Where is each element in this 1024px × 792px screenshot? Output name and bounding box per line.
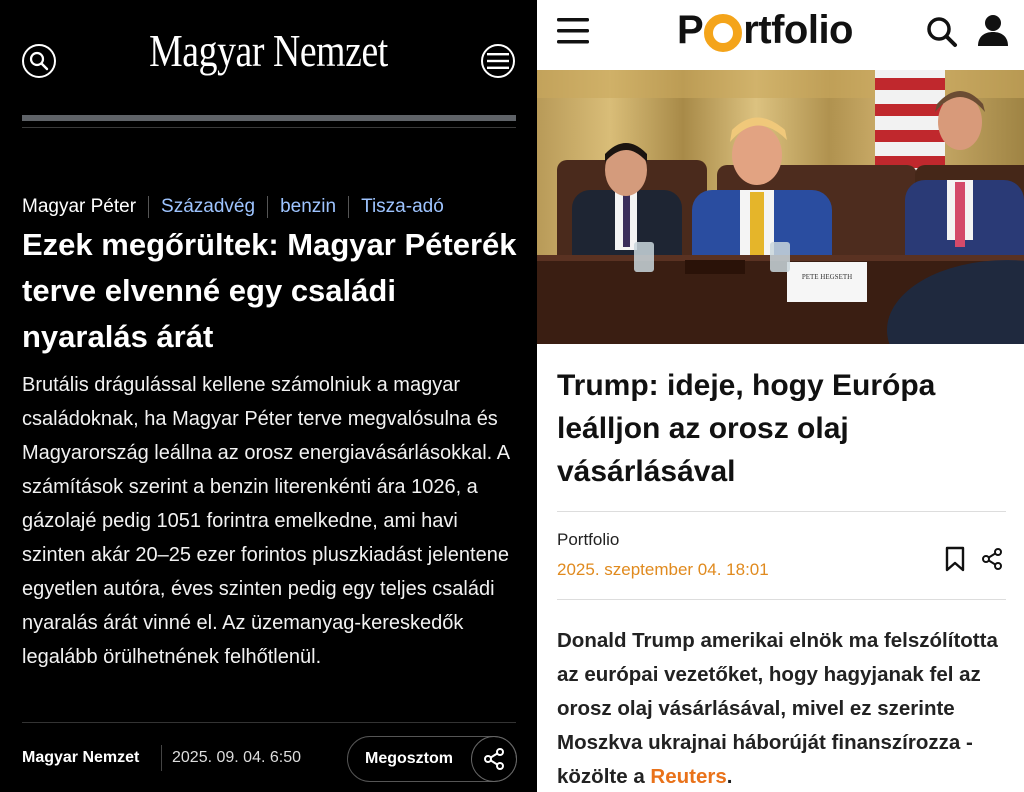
reuters-link[interactable]: Reuters [650, 765, 726, 788]
tag-link-tisza-ado[interactable]: Tisza-adó [361, 196, 444, 218]
article-headline: Trump: ideje, hogy Európa leálljon az or… [557, 369, 936, 488]
header-divider [22, 115, 516, 121]
share-icon-circle[interactable] [471, 736, 517, 782]
lead-end: . [726, 765, 733, 788]
header-divider-thin [22, 127, 516, 128]
lead-text: Donald Trump amerikai elnök ma felszólít… [557, 629, 998, 788]
tag-link-benzin[interactable]: benzin [280, 196, 336, 218]
logo-rest: rtfolio [743, 8, 853, 52]
tag-link-szazadveg[interactable]: Századvég [161, 196, 255, 218]
logo-letter-p: P [677, 8, 704, 52]
magyar-nemzet-panel: Magyar Nemzet Magyar Péter Századvég ben… [0, 0, 537, 792]
article-date: 2025. szeptember 04. 18:01 [557, 560, 769, 579]
article-photo: PETE HEGSETH [537, 70, 1024, 344]
share-button[interactable]: Megosztom [347, 736, 517, 782]
article-author[interactable]: Portfolio [557, 530, 619, 550]
menu-icon [487, 53, 509, 69]
pf-header: P rtfolio [537, 0, 1024, 70]
share-icon [484, 748, 504, 770]
menu-button[interactable] [481, 44, 515, 78]
tag-row: Magyar Péter Századvég benzin Tisza-adó [22, 196, 444, 218]
article-headline: Ezek megőrültek: Magyar Pé­terék terve e… [22, 227, 517, 354]
meta-divider-top [557, 511, 1006, 512]
mn-header: Magyar Nemzet [0, 0, 537, 110]
article-lead: Brutális drágulással kellene számolniuk … [22, 374, 509, 668]
site-logo[interactable]: Magyar Nemzet [48, 24, 488, 77]
article-lead: Donald Trump amerikai elnök ma felszólít… [557, 624, 1012, 792]
placard-text: PETE HEGSETH [802, 273, 852, 281]
meta-divider-bottom [557, 599, 1006, 600]
tag-separator [348, 196, 350, 218]
logo-o-circle [704, 13, 743, 52]
footer-divider [22, 722, 516, 723]
search-icon[interactable] [926, 16, 958, 48]
hamburger-icon[interactable] [557, 18, 589, 44]
bookmark-icon[interactable] [945, 546, 965, 572]
tag-main[interactable]: Magyar Péter [22, 196, 136, 218]
article-date: 2025. 09. 04. 6:50 [172, 749, 301, 766]
site-logo[interactable]: P rtfolio [677, 8, 853, 53]
user-icon[interactable] [976, 14, 1010, 46]
photo-illustration: PETE HEGSETH [537, 70, 1024, 344]
footer-separator [161, 745, 162, 771]
article-source: Magyar Nemzet [22, 749, 140, 766]
share-label: Megosztom [365, 750, 453, 767]
share-icon[interactable] [980, 547, 1004, 571]
tag-separator [148, 196, 150, 218]
tag-separator [267, 196, 269, 218]
portfolio-panel: P rtfolio PETE HEGSETH Trump: ideje, hog… [537, 0, 1024, 792]
search-icon [29, 51, 49, 71]
